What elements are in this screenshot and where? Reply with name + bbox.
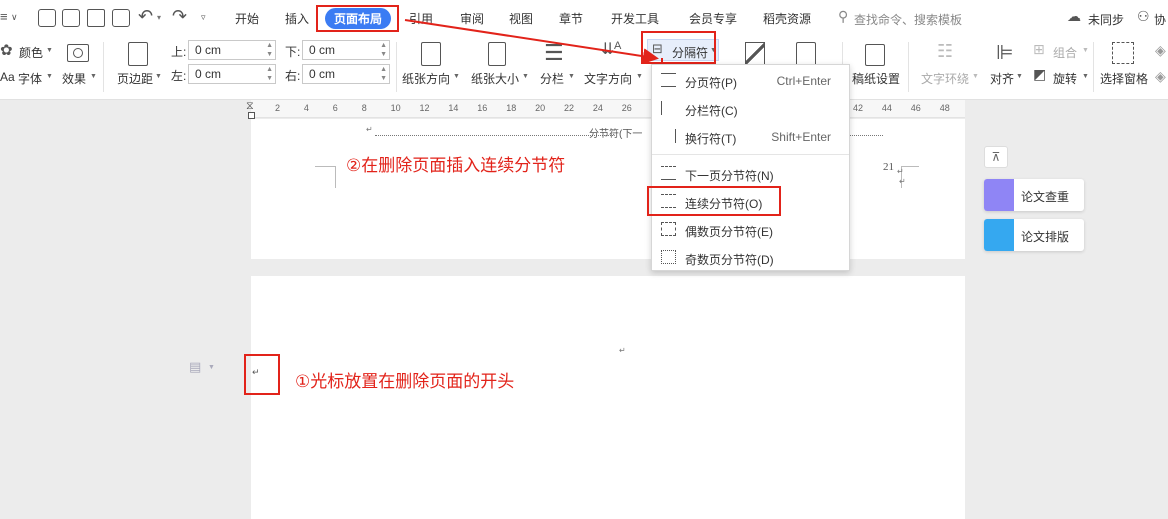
continuous-break-highlight-box <box>647 186 781 216</box>
page-break-icon <box>661 73 676 87</box>
even-page-section-icon <box>661 222 676 236</box>
paper-check-button[interactable]: 论文查重 <box>984 179 1084 211</box>
paper-format-icon <box>984 219 1014 251</box>
menu-item-label: 偶数页分节符(E) <box>685 225 773 239</box>
menu-item-label: 换行符(T) <box>685 132 737 146</box>
menu-item-shortcut: Ctrl+Enter <box>776 74 831 88</box>
menu-divider <box>652 154 849 155</box>
menu-item-column-break[interactable]: 分栏符(C) <box>652 95 849 122</box>
menu-item-line-break[interactable]: 换行符(T) Shift+Enter <box>652 123 849 150</box>
column-break-icon <box>661 101 676 115</box>
paper-format-label: 论文排版 <box>1021 230 1070 244</box>
paper-check-label: 论文查重 <box>1021 190 1070 204</box>
menu-item-label: 下一页分节符(N) <box>685 169 774 183</box>
odd-page-section-icon <box>661 250 676 264</box>
paper-format-button[interactable]: 论文排版 <box>984 219 1084 251</box>
collapse-icon[interactable]: ⊼ <box>984 146 1008 168</box>
menu-item-label: 分页符(P) <box>685 76 737 90</box>
menu-item-label: 分栏符(C) <box>685 104 738 118</box>
menu-item-odd-page-section-break[interactable]: 奇数页分节符(D) <box>652 244 849 271</box>
next-page-section-icon <box>661 166 676 180</box>
menu-item-page-break[interactable]: 分页符(P) Ctrl+Enter <box>652 67 849 94</box>
arrow-tab-to-breaks <box>404 19 659 65</box>
menu-item-next-page-section-break[interactable]: 下一页分节符(N) <box>652 160 849 187</box>
paper-check-icon <box>984 179 1014 211</box>
annotation-arrows <box>404 19 670 186</box>
breaks-dropdown-menu: 分页符(P) Ctrl+Enter 分栏符(C) 换行符(T) Shift+En… <box>651 64 850 271</box>
menu-item-shortcut: Shift+Enter <box>771 130 831 144</box>
menu-item-label: 奇数页分节符(D) <box>685 253 774 267</box>
line-break-icon <box>661 129 676 143</box>
menu-item-even-page-section-break[interactable]: 偶数页分节符(E) <box>652 216 849 243</box>
